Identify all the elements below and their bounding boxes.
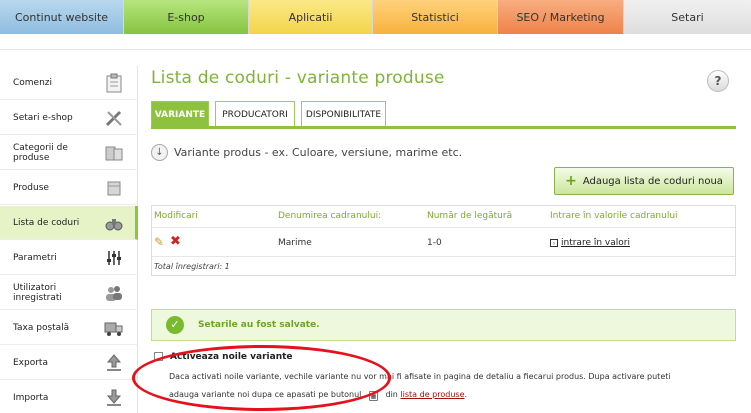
nav-tab-continut-website[interactable]: Continut website: [0, 0, 124, 34]
sidebar-item-label: Lista de coduri: [13, 217, 80, 228]
tools-icon: [105, 110, 122, 126]
total-records: Total înregistrari: 1: [154, 262, 230, 271]
nav-tab-label: Setari: [671, 10, 704, 24]
product-list-link[interactable]: lista de produse: [400, 390, 464, 399]
page-title: Lista de coduri - variante produse: [151, 68, 445, 88]
nav-tab-label: SEO / Marketing: [516, 10, 605, 24]
column-header: Intrare în valorile cadranului: [550, 211, 678, 221]
nav-tab-label: E-shop: [167, 10, 205, 24]
sidebar-item-categorii[interactable]: Categorii de produse: [0, 136, 138, 170]
tab-disponibilitate[interactable]: DISPONIBILITATE: [301, 101, 386, 127]
clipboard-icon: [106, 73, 122, 92]
column-header: Modificari: [154, 211, 198, 221]
nav-tab-statistici[interactable]: Statistici: [373, 0, 498, 34]
sidebar: Comenzi Setari e-shop Categorii de produ…: [0, 66, 138, 413]
tab-producatori[interactable]: PRODUCATORI: [215, 101, 295, 127]
description-line2-prefix: adauga variante noi dupa ce apasati pe b…: [169, 390, 362, 399]
nav-tab-aplicatii[interactable]: Aplicatii: [249, 0, 373, 34]
sidebar-item-taxa-postala[interactable]: Taxa poștală: [0, 311, 138, 345]
sidebar-item-label: Parametri: [13, 252, 57, 263]
boxes-icon: [105, 146, 123, 160]
success-message: Setarile au fost salvate.: [198, 320, 320, 330]
variants-button-icon: ▦: [368, 391, 378, 401]
nav-tab-label: Statistici: [411, 10, 459, 24]
nav-tab-e-shop[interactable]: E-shop: [124, 0, 249, 42]
sidebar-item-exporta[interactable]: Exporta: [0, 346, 138, 380]
arrow-down-circle-icon: ↓: [151, 143, 168, 161]
sliders-icon: [107, 250, 121, 265]
sidebar-item-label: Comenzi: [13, 77, 53, 88]
sidebar-item-label: Importa: [13, 392, 49, 403]
sidebar-item-lista-de-coduri[interactable]: Lista de coduri: [0, 206, 138, 240]
tab-variante[interactable]: VARIANTE: [151, 101, 209, 127]
tab-underline: [151, 126, 736, 129]
activate-variants-label[interactable]: Activeaza noile variante: [170, 352, 293, 362]
section-subheading: ↓ Variante produs - ex. Culoare, versiun…: [151, 143, 462, 161]
sidebar-item-label: Produse: [13, 182, 49, 193]
table-header: Modificari Denumirea cadranului: Număr d…: [152, 206, 735, 228]
cell-name: Marime: [278, 238, 312, 248]
nav-tab-seo-marketing[interactable]: SEO / Marketing: [498, 0, 624, 34]
truck-icon: [104, 322, 123, 336]
column-header: Denumirea cadranului:: [278, 211, 382, 221]
nav-tab-label: Aplicatii: [288, 10, 333, 24]
sidebar-item-setari-eshop[interactable]: Setari e-shop: [0, 101, 138, 135]
sidebar-item-importa[interactable]: Importa: [0, 381, 138, 413]
description-line2-suffix: .: [464, 390, 468, 399]
description-line1: Daca activati noile variante, vechile va…: [169, 372, 671, 381]
download-icon: [106, 389, 122, 406]
entry-values-link-label: intrare în valori: [561, 238, 630, 248]
add-code-list-button[interactable]: + Adauga lista de coduri noua: [554, 167, 734, 195]
sidebar-item-utilizatori[interactable]: Utilizatori inregistrati: [0, 276, 138, 310]
activate-variants-checkbox[interactable]: [154, 352, 163, 361]
nav-tab-label: Continut website: [14, 10, 109, 24]
success-notice: ✓ Setarile au fost salvate.: [151, 309, 736, 341]
checkmark-icon: ✓: [166, 316, 184, 334]
sidebar-item-produse[interactable]: Produse: [0, 171, 138, 205]
sidebar-item-label: Setari e-shop: [13, 112, 73, 123]
help-icon[interactable]: ?: [707, 70, 729, 92]
sidebar-item-label: Exporta: [13, 357, 48, 368]
sidebar-item-label: Utilizatori inregistrati: [13, 282, 62, 303]
sidebar-item-label: Taxa poștală: [13, 322, 70, 333]
entry-values-link[interactable]: › intrare în valori: [550, 238, 630, 248]
sidebar-item-label: Categorii de produse: [13, 142, 68, 163]
binoculars-icon: [105, 218, 123, 230]
sidebar-item-comenzi[interactable]: Comenzi: [0, 66, 138, 100]
add-button-label: Adauga lista de coduri noua: [582, 175, 723, 187]
cell-number: 1-0: [427, 238, 442, 248]
sidebar-item-parametri[interactable]: Parametri: [0, 241, 138, 275]
box-icon: [107, 181, 121, 195]
sub-navigation-bar: [0, 34, 751, 50]
arrow-right-box-icon: ›: [550, 238, 558, 247]
subheading-text: Variante produs - ex. Culoare, versiune,…: [174, 145, 463, 159]
column-header: Număr de legătură: [427, 211, 513, 221]
nav-tab-setari[interactable]: Setari: [624, 0, 751, 34]
description-line2-mid: din: [385, 390, 398, 399]
plus-icon: +: [565, 173, 577, 189]
top-navigation: Continut website E-shop Aplicatii Statis…: [0, 0, 751, 42]
activate-variants-description: Daca activati noile variante, vechile va…: [169, 368, 729, 404]
row-divider: [152, 256, 735, 257]
code-list-table: Modificari Denumirea cadranului: Număr d…: [151, 205, 736, 276]
users-icon: [106, 285, 122, 301]
edit-pencil-icon[interactable]: ✎: [154, 236, 166, 248]
delete-x-icon[interactable]: ✖: [170, 235, 181, 248]
upload-icon: [106, 353, 122, 371]
